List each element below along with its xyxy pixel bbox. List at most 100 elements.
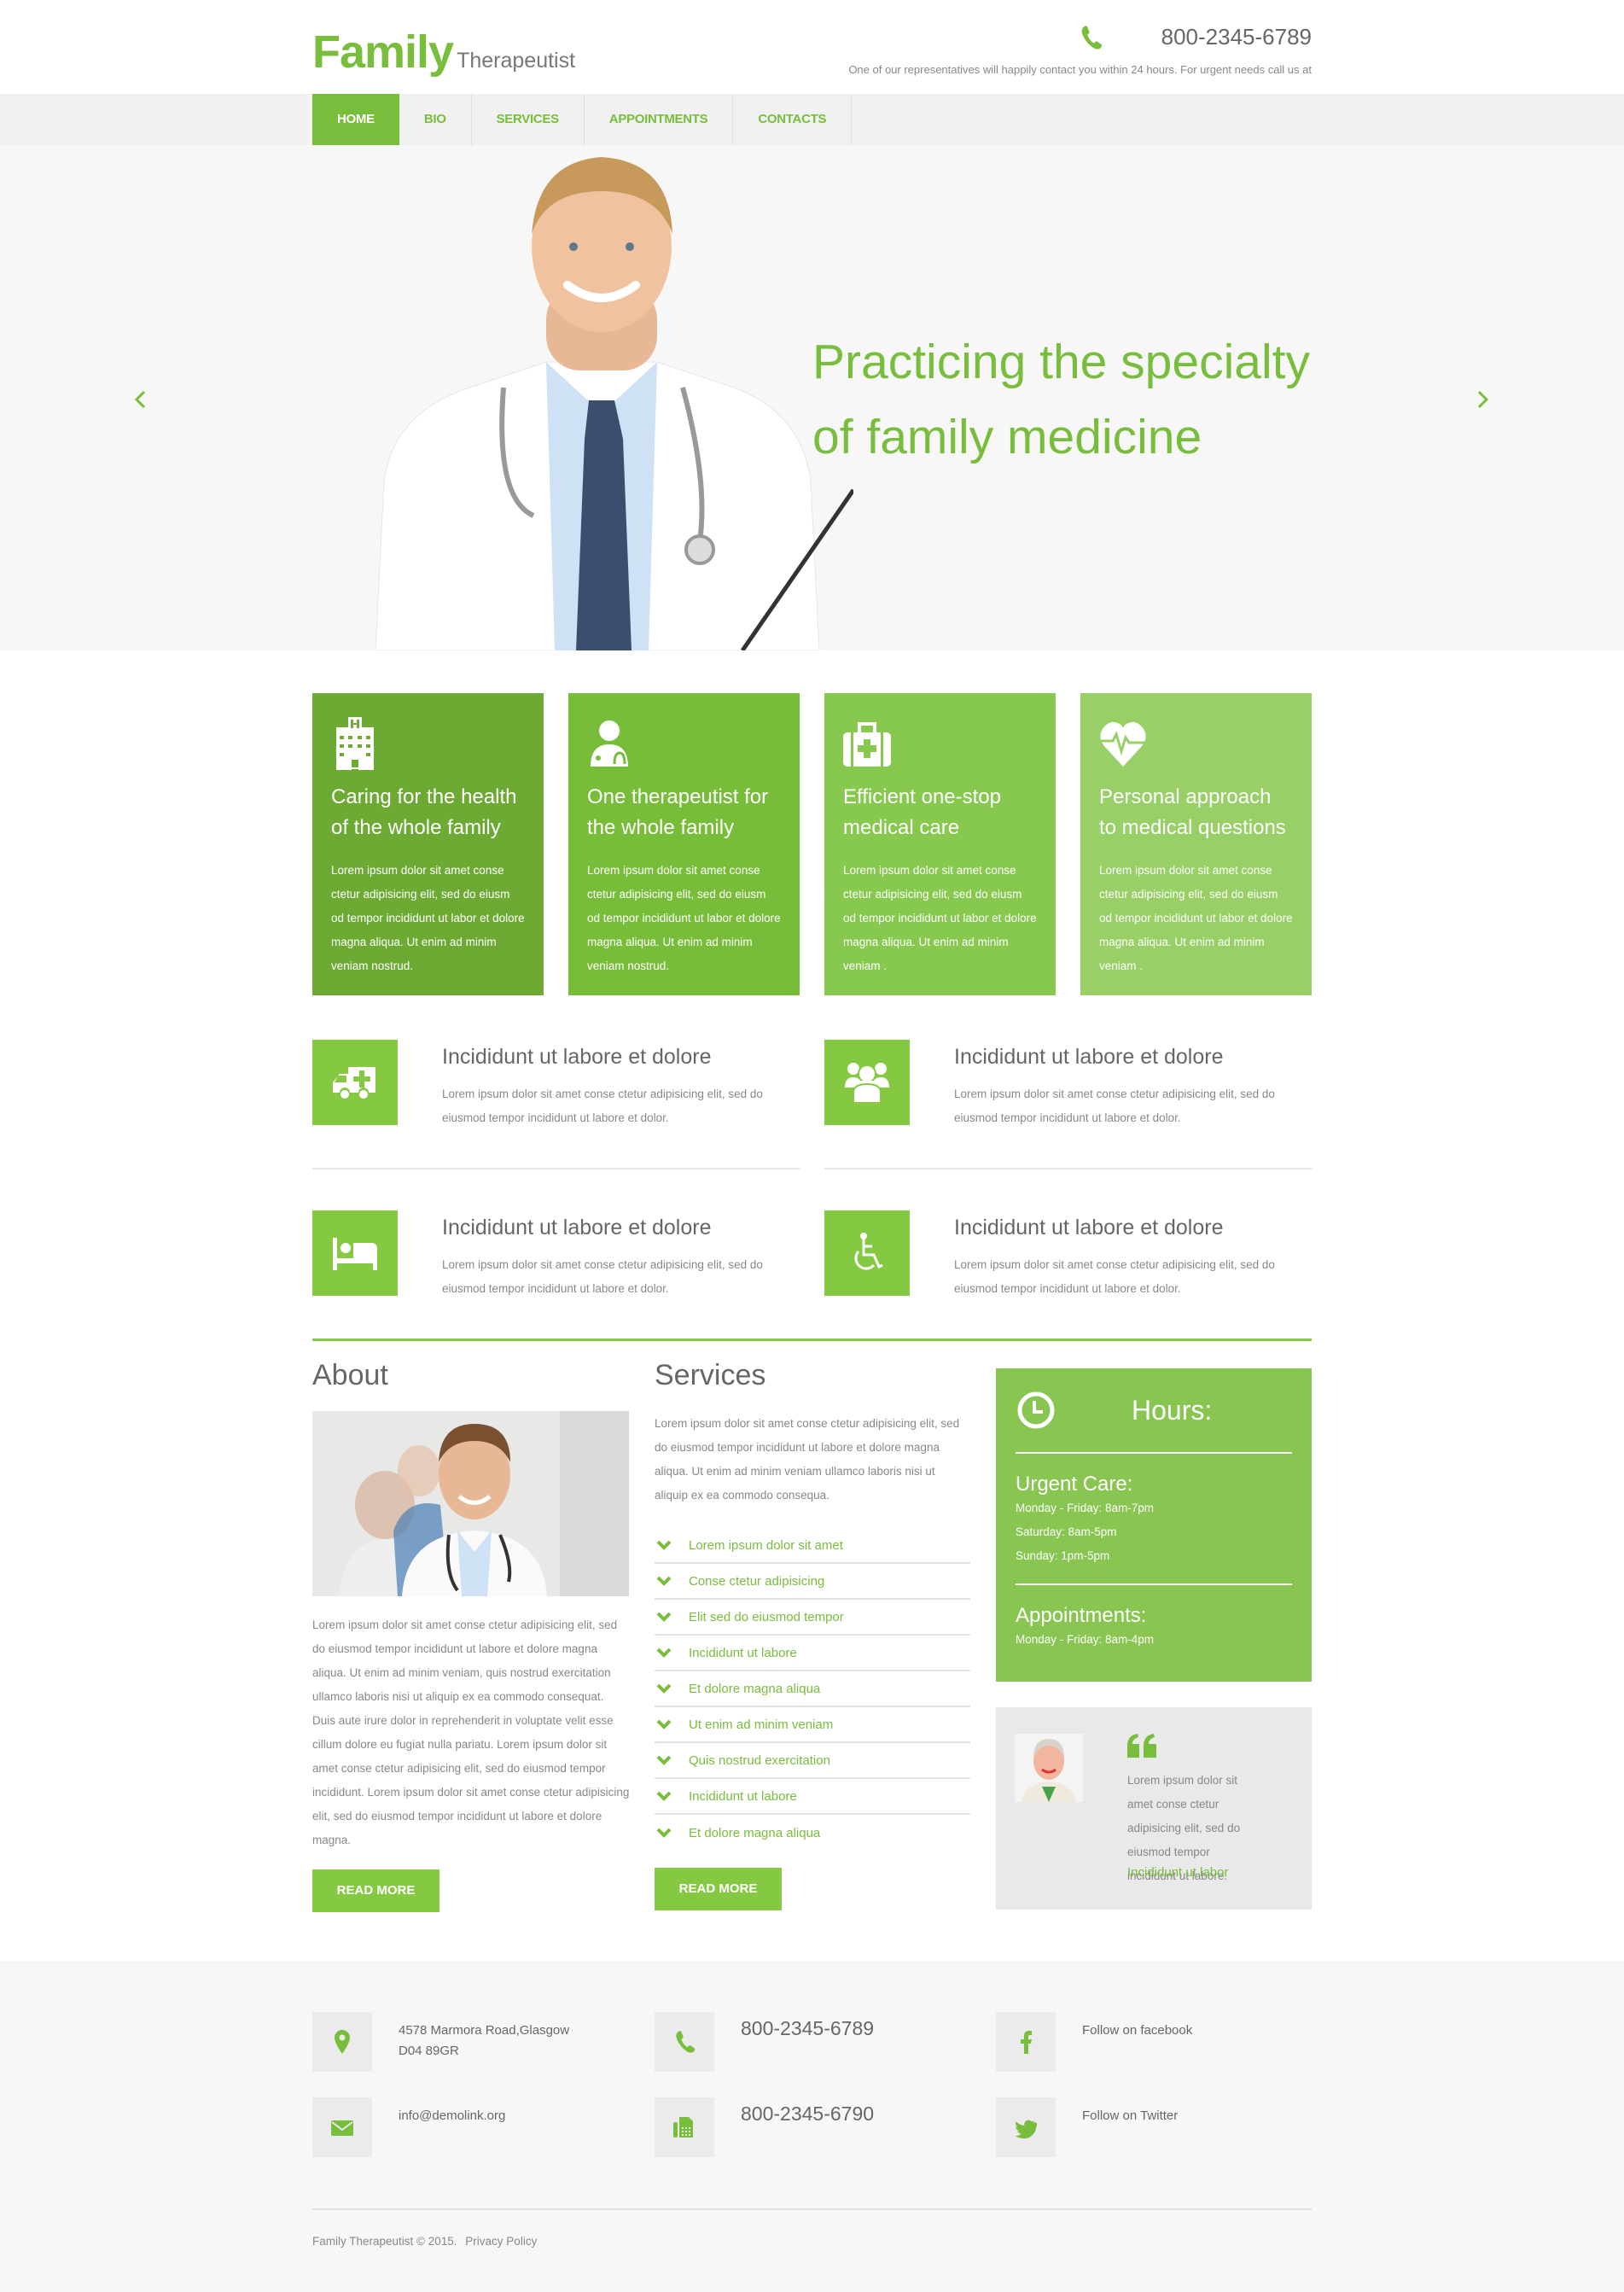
services-read-more-button[interactable]: READ MORE — [655, 1868, 782, 1910]
hours-box: Hours: Urgent Care: Monday - Friday: 8am… — [996, 1368, 1312, 1682]
nav-appointments[interactable]: APPOINTMENTS — [585, 94, 734, 145]
chevron-left-icon[interactable] — [128, 387, 154, 412]
nav-bio[interactable]: BIO — [399, 94, 472, 145]
service-item[interactable]: Incididunt ut labore — [655, 1779, 970, 1815]
nav-contacts[interactable]: CONTACTS — [733, 94, 853, 145]
service-item[interactable]: Lorem ipsum dolor sit amet — [655, 1528, 970, 1564]
card-text: Lorem ipsum dolor sit amet conse ctetur … — [331, 864, 525, 972]
copyright: Family Therapeutist © 2015. Privacy Poli… — [312, 2235, 537, 2248]
card-title: Personal approach to medical questions — [1099, 785, 1286, 839]
ambulance-icon — [333, 1067, 375, 1099]
feature-icon-box — [312, 1210, 398, 1296]
feature-text: Lorem ipsum dolor sit amet conse ctetur … — [442, 1088, 763, 1124]
card-therapeutist: One therapeutist for the whole family Lo… — [568, 693, 800, 995]
feature-item: Incididunt ut labore et dolore Lorem ips… — [824, 1210, 1312, 1296]
envelope-icon — [331, 2120, 353, 2136]
feature-icon-box — [824, 1210, 910, 1296]
logo-sub: Therapeutist — [457, 49, 576, 73]
service-item[interactable]: Et dolore magna aliqua — [655, 1815, 970, 1851]
about-image — [312, 1411, 629, 1596]
facebook-link[interactable]: Follow on facebook — [1082, 2021, 1192, 2041]
heartbeat-icon — [1100, 722, 1146, 767]
email-link[interactable]: info@demolink.org — [399, 2106, 505, 2126]
feature-title: Incididunt ut labore et dolore — [442, 1216, 712, 1239]
card-text: Lorem ipsum dolor sit amet conse ctetur … — [587, 864, 781, 972]
feature-item: Incididunt ut labore et dolore Lorem ips… — [312, 1210, 800, 1296]
twitter-button[interactable] — [996, 2097, 1056, 2157]
chevron-down-icon — [656, 1540, 672, 1550]
privacy-policy-link[interactable]: Privacy Policy — [465, 2235, 537, 2248]
phone-icon — [1081, 25, 1102, 50]
service-item-label: Ut enim ad minim veniam — [689, 1717, 834, 1732]
header-phone-number[interactable]: 800-2345-6789 — [1161, 24, 1312, 50]
hero-title-line-1: Practicing the specialty — [812, 335, 1310, 389]
facebook-icon — [1021, 2031, 1032, 2054]
hours-line: Sunday: 1pm-5pm — [1016, 1549, 1110, 1562]
footer-divider — [312, 2208, 1312, 2210]
header-phone: 800-2345-6789 — [1080, 24, 1312, 50]
address-line-1: 4578 Marmora Road,Glasgow — [399, 2023, 570, 2038]
site-footer — [0, 1961, 1624, 2292]
card-text: Lorem ipsum dolor sit amet conse ctetur … — [1099, 864, 1293, 972]
hours-line: Monday - Friday: 8am-7pm — [1016, 1502, 1155, 1514]
feature-text: Lorem ipsum dolor sit amet conse ctetur … — [442, 1258, 763, 1295]
chevron-down-icon — [656, 1755, 672, 1765]
twitter-link[interactable]: Follow on Twitter — [1082, 2106, 1178, 2126]
card-personal: Personal approach to medical questions L… — [1080, 693, 1312, 995]
chevron-down-icon — [656, 1648, 672, 1658]
logo[interactable]: Family Therapeutist — [312, 26, 575, 79]
header-tagline: One of our representatives will happily … — [848, 63, 1312, 76]
feature-icon-box — [824, 1040, 910, 1125]
hospital-icon — [336, 717, 374, 770]
card-title: Caring for the health of the whole famil… — [331, 785, 517, 839]
chevron-down-icon — [656, 1791, 672, 1801]
footer-phone-number[interactable]: 800-2345-6789 — [741, 2017, 874, 2040]
service-item-label: Elit sed do eiusmod tempor — [689, 1609, 844, 1624]
hours-line: Saturday: 8am-5pm — [1016, 1525, 1117, 1538]
hero-doctor-image — [375, 157, 853, 650]
chevron-down-icon — [656, 1576, 672, 1586]
testimonial-avatar — [1015, 1734, 1083, 1802]
service-item[interactable]: Conse ctetur adipisicing — [655, 1564, 970, 1600]
card-title: Efficient one-stop medical care — [843, 785, 1002, 839]
chevron-down-icon — [656, 1612, 672, 1622]
service-item[interactable]: Incididunt ut labore — [655, 1636, 970, 1671]
feature-text: Lorem ipsum dolor sit amet conse ctetur … — [954, 1258, 1275, 1295]
hero-title-line-2: of family medicine — [812, 410, 1202, 464]
logo-main: Family — [312, 26, 454, 78]
fax-icon — [673, 2117, 693, 2137]
services-text: Lorem ipsum dolor sit amet conse ctetur … — [655, 1417, 960, 1502]
hours-line: Monday - Friday: 8am-4pm — [1016, 1633, 1155, 1646]
feature-cards: Caring for the health of the whole famil… — [312, 693, 1312, 995]
doctor-icon — [591, 720, 628, 767]
quote-icon — [1127, 1734, 1156, 1758]
main-nav: HOME BIO SERVICES APPOINTMENTS CONTACTS — [0, 94, 1624, 145]
feature-divider — [312, 1168, 800, 1169]
chevron-down-icon — [656, 1828, 672, 1838]
facebook-button[interactable] — [996, 2012, 1056, 2072]
nav-services[interactable]: SERVICES — [472, 94, 585, 145]
users-icon — [845, 1063, 889, 1104]
chevron-down-icon — [656, 1719, 672, 1729]
testimonial-link[interactable]: Incididunt ut labor — [1127, 1865, 1228, 1880]
service-item[interactable]: Elit sed do eiusmod tempor — [655, 1600, 970, 1636]
about-title: About — [312, 1359, 388, 1391]
about-read-more-button[interactable]: READ MORE — [312, 1869, 439, 1912]
nav-home[interactable]: HOME — [312, 94, 399, 145]
chevron-right-icon[interactable] — [1470, 387, 1495, 412]
feature-title: Incididunt ut labore et dolore — [442, 1045, 712, 1069]
card-text: Lorem ipsum dolor sit amet conse ctetur … — [843, 864, 1037, 972]
service-item[interactable]: Et dolore magna aliqua — [655, 1671, 970, 1707]
copyright-text: Family Therapeutist © 2015. — [312, 2235, 457, 2248]
service-item[interactable]: Quis nostrud exercitation — [655, 1743, 970, 1779]
hero-slider: Practicing the specialty of family medic… — [0, 145, 1624, 650]
appointments-title: Appointments: — [1016, 1604, 1147, 1627]
feature-icon-box — [312, 1040, 398, 1125]
twitter-icon — [1015, 2120, 1037, 2139]
card-title: One therapeutist for the whole family — [587, 785, 769, 839]
feature-title: Incididunt ut labore et dolore — [954, 1045, 1224, 1069]
service-item[interactable]: Ut enim ad minim veniam — [655, 1707, 970, 1743]
phone-icon — [676, 2031, 696, 2053]
feature-divider — [824, 1168, 1312, 1169]
service-item-label: Conse ctetur adipisicing — [689, 1573, 825, 1589]
